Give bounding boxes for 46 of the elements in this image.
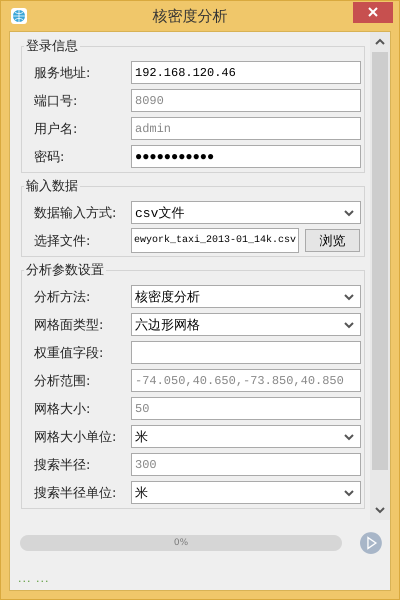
browse-button[interactable]: 浏览 [305, 229, 360, 252]
input-field[interactable]: -74.050,40.650,-73.850,40.850 [131, 369, 361, 392]
field-label: 选择文件: [34, 232, 92, 250]
field-label: 搜索半径: [34, 456, 92, 474]
input-field[interactable]: admin [131, 117, 361, 140]
group-title: 分析参数设置 [25, 262, 105, 279]
globe-icon [11, 8, 27, 24]
dropdown[interactable]: 六边形网格 [131, 313, 361, 336]
progress-label: 0% [174, 538, 188, 548]
field-label: 分析范围: [34, 372, 92, 390]
scroll-up-icon[interactable] [375, 38, 385, 46]
field-label: 密码: [34, 148, 66, 166]
field-label: 网格大小: [34, 400, 92, 418]
dropdown[interactable]: 核密度分析 [131, 285, 361, 308]
field-label: 分析方法: [34, 288, 92, 306]
close-button[interactable] [353, 2, 393, 22]
dropdown[interactable]: 米 [131, 425, 361, 448]
input-field[interactable]: 300 [131, 453, 361, 476]
caret-icon [344, 208, 354, 216]
scroll-down-icon[interactable] [375, 506, 385, 514]
file-path-field[interactable]: ewyork_taxi_2013-01_14k.csv [131, 228, 299, 253]
status-text: ... ... [17, 571, 50, 585]
input-field[interactable]: 192.168.120.46 [131, 61, 361, 84]
dropdown[interactable]: 米 [131, 481, 361, 504]
input-field[interactable]: 50 [131, 397, 361, 420]
window-title: 核密度分析 [152, 6, 228, 26]
close-icon [368, 7, 378, 17]
field-label: 网格大小单位: [34, 428, 118, 446]
input-field[interactable] [131, 341, 361, 364]
field-label: 端口号: [34, 92, 78, 110]
field-label: 数据输入方式: [34, 204, 118, 222]
field-label: 权重值字段: [34, 344, 104, 362]
caret-icon [344, 292, 354, 300]
field-label: 服务地址: [34, 64, 92, 82]
field-label: 搜索半径单位: [34, 484, 118, 502]
field-label: 用户名: [34, 120, 78, 138]
scrollbar[interactable] [370, 32, 390, 520]
dropdown[interactable]: csv文件 [131, 201, 361, 224]
group-title: 登录信息 [25, 38, 79, 55]
caret-icon [344, 320, 354, 328]
caret-icon [344, 432, 354, 440]
caret-icon [344, 488, 354, 496]
field-label: 网格面类型: [34, 316, 104, 334]
input-field[interactable]: ●●●●●●●●●●● [131, 145, 361, 168]
group-title: 输入数据 [25, 178, 79, 195]
input-field[interactable]: 8090 [131, 89, 361, 112]
